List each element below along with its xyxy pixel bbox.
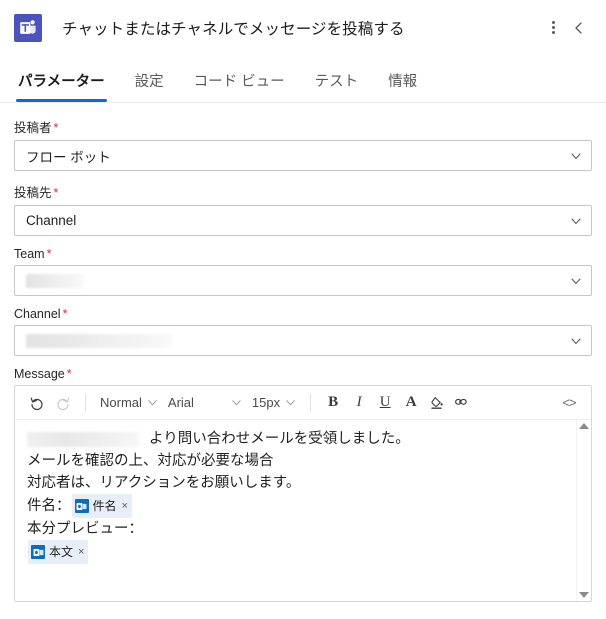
bold-button[interactable]: B xyxy=(321,391,345,415)
channel-label: Channel * xyxy=(14,307,592,321)
poster-select[interactable]: フロー ボット xyxy=(14,140,592,171)
rich-text-editor: Normal Arial 15px B I U A <> より問い合わせメールを… xyxy=(14,385,592,602)
message-body-editable[interactable]: より問い合わせメールを受領しました。 メールを確認の上、対応が必要な場合 対応者… xyxy=(15,420,591,601)
poster-value: フロー ボット xyxy=(26,149,111,165)
poster-label-text: 投稿者 xyxy=(14,121,52,135)
more-options-icon[interactable] xyxy=(540,15,566,41)
toolbar-divider xyxy=(85,393,86,412)
token-label: 件名 xyxy=(92,499,117,513)
tab-test[interactable]: テスト xyxy=(313,70,361,102)
close-icon[interactable]: × xyxy=(122,495,128,517)
post-to-label-text: 投稿先 xyxy=(14,186,52,200)
microsoft-teams-icon xyxy=(14,13,42,42)
message-line-2: メールを確認の上、対応が必要な場合 xyxy=(27,453,274,469)
team-label-text: Team xyxy=(14,247,45,261)
message-label: Message * xyxy=(14,367,592,381)
tab-settings[interactable]: 設定 xyxy=(133,70,166,102)
chevron-down-icon xyxy=(148,400,157,406)
font-color-button[interactable]: A xyxy=(399,391,423,415)
outlook-icon xyxy=(31,545,45,559)
sender-name-redacted xyxy=(27,431,139,447)
subject-label: 件名： xyxy=(27,498,71,514)
paragraph-style-dropdown[interactable]: Normal xyxy=(96,391,162,415)
link-icon[interactable] xyxy=(451,391,475,415)
tab-code-view[interactable]: コード ビュー xyxy=(192,70,287,102)
paragraph-style-value: Normal xyxy=(100,395,142,410)
tab-about[interactable]: 情報 xyxy=(386,70,419,102)
required-asterisk: * xyxy=(66,367,72,381)
tab-label: コード ビュー xyxy=(193,74,285,90)
dynamic-token-subject[interactable]: 件名 × xyxy=(71,494,132,518)
app-header: チャットまたはチャネルでメッセージを投稿する xyxy=(0,0,606,55)
chevron-down-icon xyxy=(570,275,582,287)
required-asterisk: * xyxy=(46,247,52,261)
page-title: チャットまたはチャネルでメッセージを投稿する xyxy=(62,20,405,38)
field-post-to: 投稿先 * Channel xyxy=(14,182,592,236)
message-line-3: 対応者は、リアクションをお願いします。 xyxy=(27,475,301,491)
chevron-down-icon xyxy=(570,335,582,347)
font-size-dropdown[interactable]: 15px xyxy=(248,391,300,415)
field-channel: Channel * xyxy=(14,307,592,356)
highlight-icon[interactable] xyxy=(425,391,449,415)
code-view-button[interactable]: <> xyxy=(557,391,581,415)
scroll-up-icon[interactable] xyxy=(579,423,589,429)
kebab-glyph xyxy=(551,21,555,34)
field-team: Team * xyxy=(14,247,592,296)
parameters-form: 投稿者 * フロー ボット 投稿先 * Channel Team * Chann… xyxy=(0,103,606,602)
channel-value-redacted xyxy=(26,333,172,348)
tab-label: 設定 xyxy=(134,74,164,90)
token-label: 本文 xyxy=(49,545,74,559)
team-label: Team * xyxy=(14,247,592,261)
outlook-icon xyxy=(74,499,89,513)
tab-label: テスト xyxy=(314,74,359,90)
post-to-value: Channel xyxy=(26,213,77,228)
required-asterisk: * xyxy=(53,186,59,200)
scroll-down-icon[interactable] xyxy=(579,592,589,598)
post-to-label: 投稿先 * xyxy=(14,182,592,201)
required-asterisk: * xyxy=(62,307,68,321)
chevron-down-icon xyxy=(232,400,241,406)
message-line-4: 件名： 件名 × xyxy=(27,494,569,518)
field-poster: 投稿者 * フロー ボット xyxy=(14,117,592,171)
chevron-down-icon xyxy=(286,400,295,406)
italic-button[interactable]: I xyxy=(347,391,371,415)
redo-icon[interactable] xyxy=(51,391,75,415)
required-asterisk: * xyxy=(53,121,59,135)
message-line-1: より問い合わせメールを受領しました。 xyxy=(27,428,569,450)
chevron-down-icon xyxy=(570,150,582,162)
message-line-1-text: より問い合わせメールを受領しました。 xyxy=(149,431,410,447)
tab-label: 情報 xyxy=(388,74,418,90)
team-select[interactable] xyxy=(14,265,592,296)
chevron-left-icon[interactable] xyxy=(566,15,592,41)
underline-button[interactable]: U xyxy=(373,391,397,415)
post-to-select[interactable]: Channel xyxy=(14,205,592,236)
close-icon[interactable]: × xyxy=(78,541,84,563)
undo-icon[interactable] xyxy=(25,391,49,415)
team-value-redacted xyxy=(26,273,84,288)
tab-label: パラメーター xyxy=(18,74,105,90)
toolbar-divider xyxy=(310,393,312,412)
message-label-text: Message xyxy=(14,367,65,381)
dynamic-token-body[interactable]: 本文 × xyxy=(28,540,89,564)
chevron-down-icon xyxy=(570,215,582,227)
field-message: Message * Normal Arial 15px B I U A <> よ… xyxy=(14,367,592,602)
font-family-dropdown[interactable]: Arial xyxy=(164,391,246,415)
tab-parameters[interactable]: パラメーター xyxy=(16,70,107,102)
message-line-6: 本文 × xyxy=(27,540,569,564)
rich-text-toolbar: Normal Arial 15px B I U A <> xyxy=(15,386,591,420)
font-size-value: 15px xyxy=(251,395,281,410)
editor-scrollbar[interactable] xyxy=(576,420,591,601)
font-family-value: Arial xyxy=(167,395,194,410)
tab-bar: パラメーター 設定 コード ビュー テスト 情報 xyxy=(0,55,606,103)
message-line-5: 本分プレビュー： xyxy=(27,521,143,537)
poster-label: 投稿者 * xyxy=(14,117,592,136)
channel-label-text: Channel xyxy=(14,307,61,321)
channel-select[interactable] xyxy=(14,325,592,356)
